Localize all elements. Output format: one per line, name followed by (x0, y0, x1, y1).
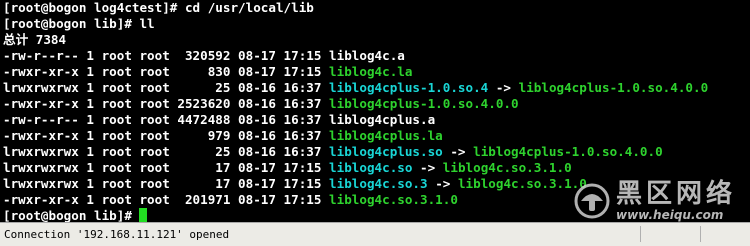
file-attributes: -rwxr-xr-x 1 root root 2523620 08-16 16:… (3, 96, 330, 111)
listing-row: lrwxrwxrwx 1 root root 25 08-16 16:37 li… (3, 80, 708, 96)
file-attributes: -rwxr-xr-x 1 root root 830 08-17 17:15 (3, 64, 330, 79)
shell-prompt: [root@bogon lib]# (3, 208, 140, 222)
file-name: liblog4cplus-1.0.so.4 (329, 80, 489, 95)
file-name: liblog4c.so (329, 160, 413, 175)
listing-row: -rwxr-xr-x 1 root root 2523620 08-16 16:… (3, 96, 708, 112)
terminal-line-ll: [root@bogon lib]# ll (3, 16, 155, 31)
terminal-window[interactable]: [root@bogon log4ctest]# cd /usr/local/li… (0, 0, 750, 222)
file-attributes: lrwxrwxrwx 1 root root 25 08-16 16:37 (3, 144, 330, 159)
file-attributes: -rwxr-xr-x 1 root root 979 08-16 16:37 (3, 128, 330, 143)
file-name: liblog4c.la (329, 64, 413, 79)
file-name: liblog4c.so.3.1.0 (329, 192, 458, 207)
mushroom-logo-icon (574, 183, 610, 219)
symlink-arrow: -> (442, 144, 474, 159)
watermark-url: www.heiqu.com (615, 208, 724, 222)
file-attributes: -rwxr-xr-x 1 root root 201971 08-17 17:1… (3, 192, 330, 207)
symlink-arrow: -> (427, 176, 458, 191)
file-name: liblog4cplus-1.0.so.4.0.0 (329, 96, 519, 111)
file-name: liblog4c.a (329, 48, 405, 63)
file-attributes: -rw-r--r-- 1 root root 320592 08-17 17:1… (3, 48, 330, 63)
status-divider (640, 226, 641, 242)
watermark: 黑区网络 www.heiqu.com (574, 180, 736, 222)
file-name: liblog4c.so.3 (329, 176, 428, 191)
listing-row: -rw-r--r-- 1 root root 320592 08-17 17:1… (3, 48, 708, 64)
watermark-name: 黑区网络 (615, 179, 736, 209)
terminal-line-cd: [root@bogon log4ctest]# cd /usr/local/li… (3, 0, 314, 15)
listing-row: lrwxrwxrwx 1 root root 25 08-16 16:37 li… (3, 144, 708, 160)
file-name: liblog4cplus.a (329, 112, 436, 127)
symlink-target: liblog4c.so.3.1.0 (457, 176, 587, 191)
status-divider (700, 226, 701, 242)
file-name: liblog4cplus.so (329, 144, 443, 159)
symlink-target: liblog4cplus-1.0.so.4.0.0 (473, 144, 663, 159)
listing-row: lrwxrwxrwx 1 root root 17 08-17 17:15 li… (3, 160, 708, 176)
connection-status: Connection '192.168.11.121' opened (4, 228, 230, 241)
terminal-cursor (139, 208, 148, 222)
listing-row: -rwxr-xr-x 1 root root 979 08-16 16:37 l… (3, 128, 708, 144)
file-name: liblog4cplus.la (329, 128, 443, 143)
listing-row: -rw-r--r-- 1 root root 4472488 08-16 16:… (3, 112, 708, 128)
symlink-target: liblog4cplus-1.0.so.4.0.0 (518, 80, 709, 95)
terminal-line-total: 总计 7384 (3, 32, 67, 47)
symlink-arrow: -> (488, 80, 519, 95)
file-attributes: lrwxrwxrwx 1 root root 17 08-17 17:15 (3, 160, 330, 175)
listing-row: -rwxr-xr-x 1 root root 830 08-17 17:15 l… (3, 64, 708, 80)
file-attributes: -rw-r--r-- 1 root root 4472488 08-16 16:… (3, 112, 330, 127)
status-bar: Connection '192.168.11.121' opened (0, 222, 750, 246)
file-attributes: lrwxrwxrwx 1 root root 17 08-17 17:15 (3, 176, 330, 191)
symlink-arrow: -> (412, 160, 443, 175)
file-attributes: lrwxrwxrwx 1 root root 25 08-16 16:37 (3, 80, 330, 95)
symlink-target: liblog4c.so.3.1.0 (442, 160, 572, 175)
